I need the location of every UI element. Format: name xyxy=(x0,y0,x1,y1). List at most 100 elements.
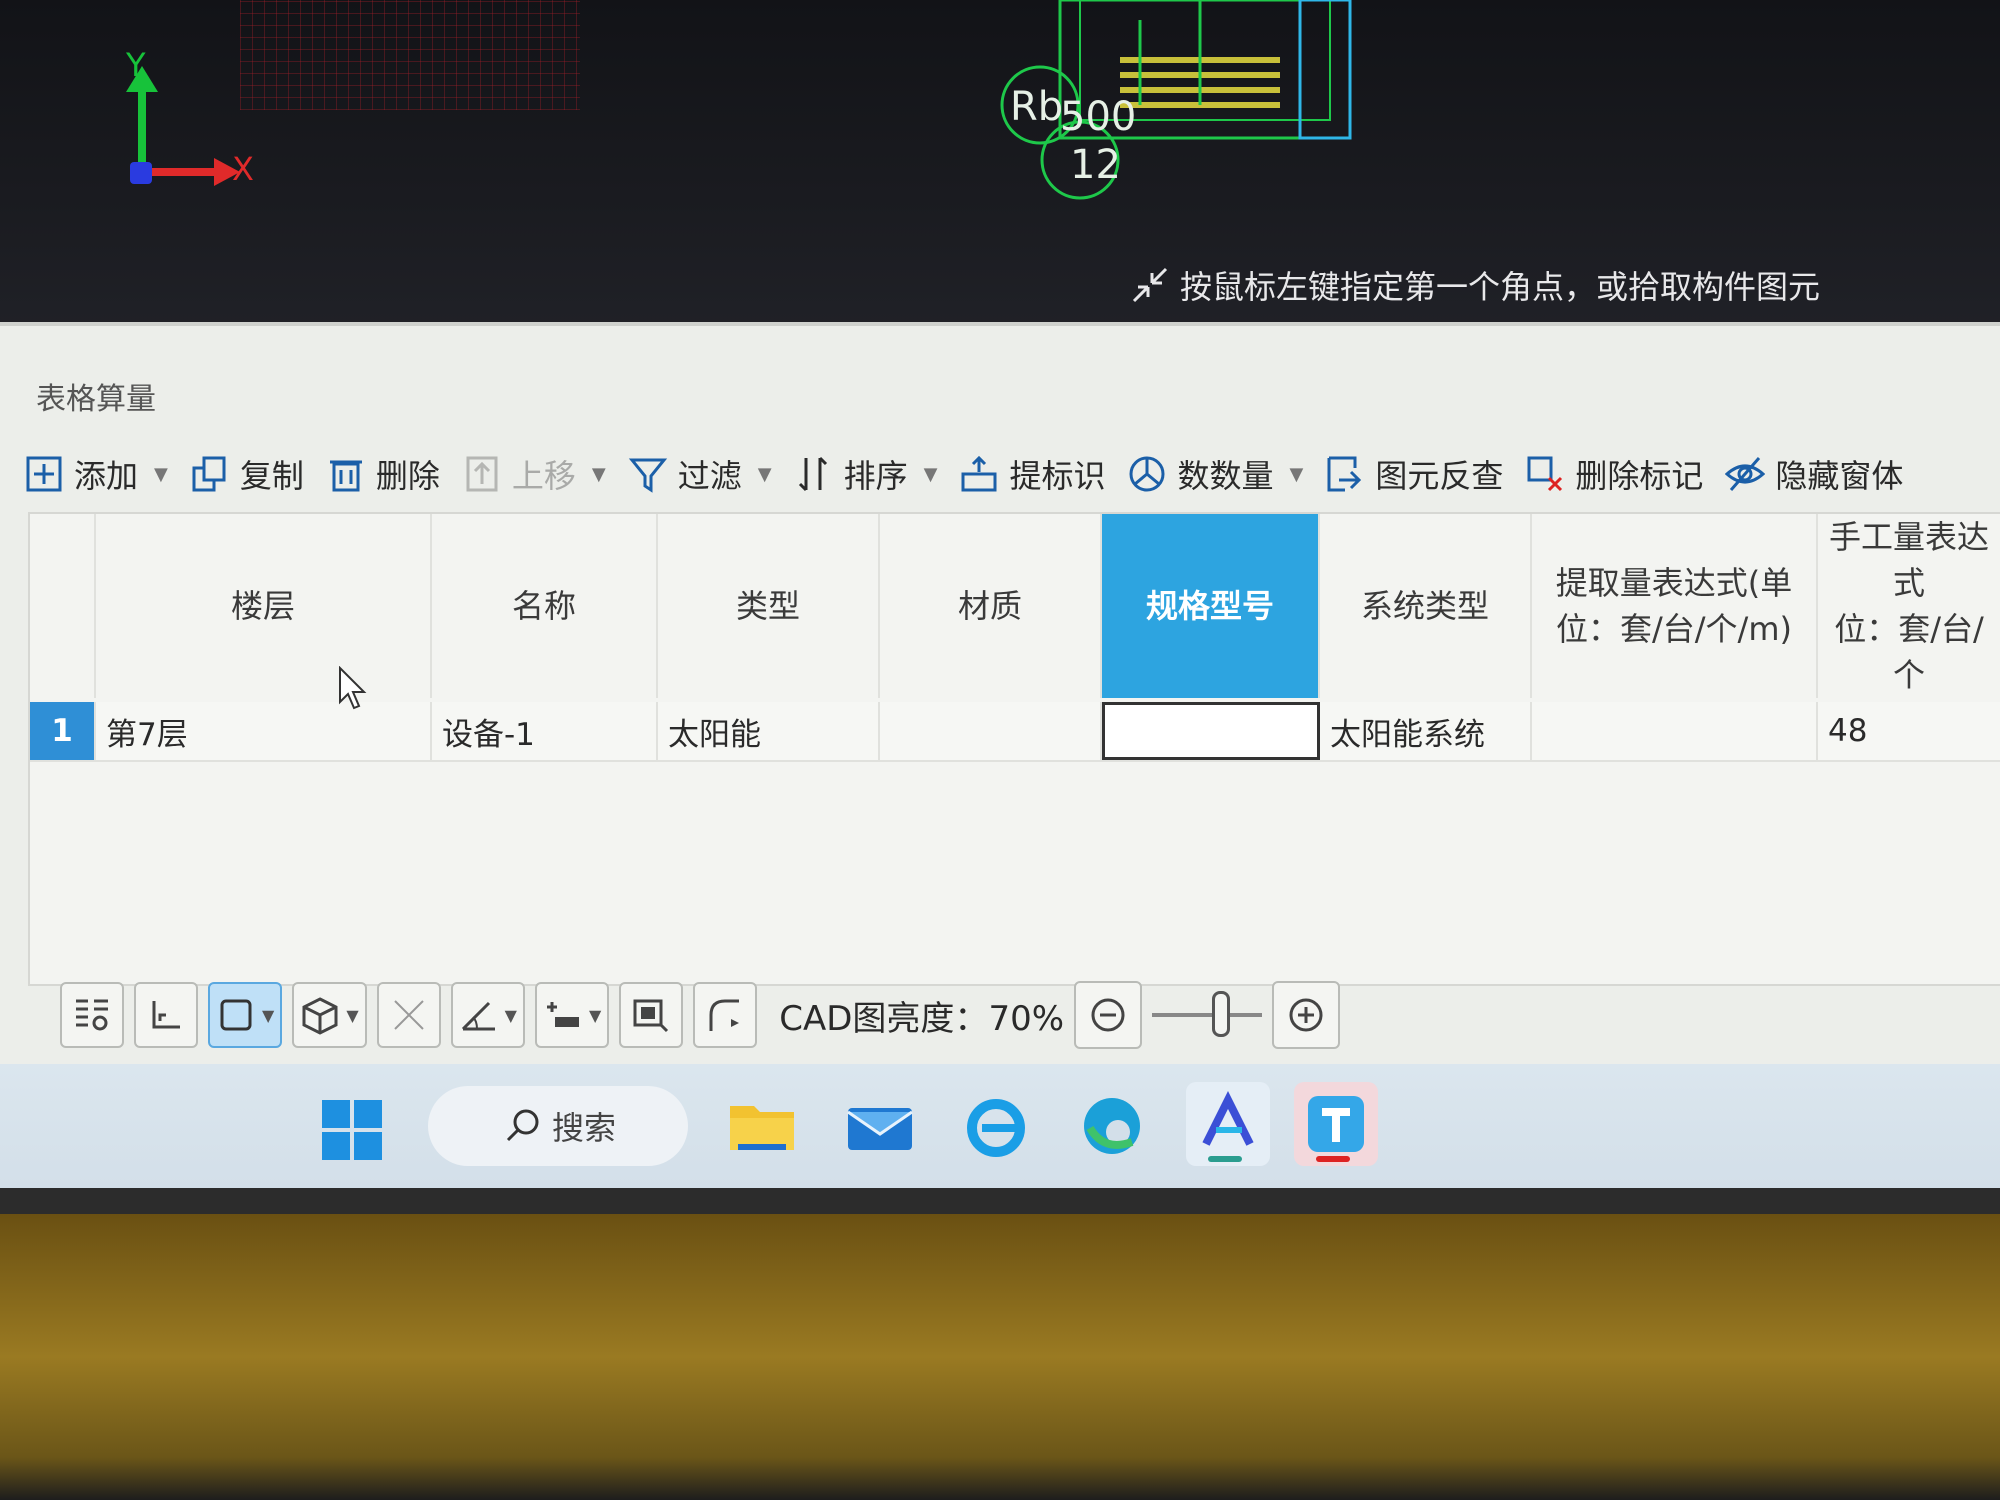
count-button[interactable]: 数数量 ▼ xyxy=(1127,451,1303,497)
cell-spec-model[interactable] xyxy=(1102,702,1320,760)
zoom-out-button[interactable] xyxy=(1074,981,1143,1049)
cad-canvas[interactable]: Y X Rb 500 12 按鼠标左键指定第一个角点，或拾取构件图元 xyxy=(0,0,2000,330)
brightness-slider-thumb[interactable] xyxy=(1212,991,1231,1037)
layer-list-icon xyxy=(76,999,108,1031)
add-label: 添加 xyxy=(74,457,139,495)
header-name[interactable]: 名称 xyxy=(432,514,658,698)
row-number[interactable]: 1 xyxy=(30,702,96,760)
search-icon xyxy=(506,1109,539,1142)
delete-mark-button[interactable]: 删除标记 xyxy=(1525,451,1703,497)
header-floor[interactable]: 楼层 xyxy=(96,514,432,698)
move-up-label: 上移 xyxy=(511,457,576,495)
sort-button[interactable]: 排序 ▼ xyxy=(794,451,938,497)
cube-icon xyxy=(302,997,338,1035)
cad-prompt: 按鼠标左键指定第一个角点，或拾取构件图元 xyxy=(1130,262,1820,308)
cad-drawing[interactable]: Rb 500 12 xyxy=(1000,0,1360,200)
hide-window-button[interactable]: 隐藏窗体 xyxy=(1725,451,1903,497)
chevron-down-icon[interactable]: ▼ xyxy=(589,1006,601,1025)
arc-button[interactable] xyxy=(693,982,758,1048)
zoom-in-button[interactable] xyxy=(1272,981,1341,1049)
mark-icon xyxy=(961,455,997,492)
header-manual-expression[interactable]: 手工量表达式 位：套/台/个 xyxy=(1818,514,2000,698)
copy-button[interactable]: 复制 xyxy=(190,451,304,497)
panel-toolbar: 添加 ▼ 复制 删除 上移 ▼ 过滤 ▼ 排序 ▼ 提标识 数数量 ▼ 图元反查… xyxy=(24,438,2000,510)
cell-system-type[interactable]: 太阳能系统 xyxy=(1320,702,1532,760)
header-spec-model[interactable]: 规格型号 xyxy=(1102,514,1320,698)
cell-manual-expression[interactable]: 48 xyxy=(1818,702,2000,760)
cad-label-12: 12 xyxy=(1070,142,1121,188)
angle-button[interactable]: ▼ xyxy=(450,982,525,1048)
cross-button[interactable] xyxy=(376,982,441,1048)
header-system-type[interactable]: 系统类型 xyxy=(1320,514,1532,698)
cad-grid-lines xyxy=(240,0,580,110)
filter-label: 过滤 xyxy=(677,457,742,495)
delete-button[interactable]: 删除 xyxy=(326,451,440,497)
windows-start-icon[interactable] xyxy=(320,1098,384,1162)
header-extract-expression[interactable]: 提取量表达式(单 位：套/台/个/m) xyxy=(1532,514,1818,698)
plus-circle-icon xyxy=(1289,998,1323,1032)
grid-header: 楼层 名称 类型 材质 规格型号 系统类型 提取量表达式(单 位：套/台/个/m… xyxy=(30,514,2000,698)
delete-mark-icon xyxy=(1527,456,1563,492)
monitor-bezel xyxy=(0,1188,2000,1214)
mark-label: 提标识 xyxy=(1009,457,1106,495)
ie-icon[interactable] xyxy=(958,1088,1034,1164)
chevron-down-icon[interactable]: ▼ xyxy=(924,464,938,485)
chevron-down-icon[interactable]: ▼ xyxy=(346,1006,358,1025)
layer-list-button[interactable] xyxy=(60,982,124,1048)
filter-button[interactable]: 过滤 ▼ xyxy=(628,451,772,497)
edge-icon[interactable] xyxy=(1074,1088,1150,1164)
eye-hidden-icon xyxy=(1725,457,1766,491)
cross-icon xyxy=(393,1000,424,1030)
sort-label: 排序 xyxy=(843,457,908,495)
move-up-button[interactable]: 上移 ▼ xyxy=(462,451,606,497)
angle-icon xyxy=(461,1001,495,1031)
cell-material[interactable] xyxy=(880,702,1102,760)
chevron-down-icon[interactable]: ▼ xyxy=(1290,464,1304,485)
screenshot-button[interactable] xyxy=(619,982,684,1048)
arc-icon xyxy=(709,999,740,1031)
minus-circle-icon xyxy=(1091,998,1125,1032)
shrink-arrows-icon xyxy=(1132,267,1168,303)
mail-icon[interactable] xyxy=(842,1088,918,1164)
chevron-down-icon[interactable]: ▼ xyxy=(505,1006,517,1025)
ortho-button[interactable] xyxy=(134,982,198,1048)
cad-view-toolbar: ▼ ▼ ▼ ▼ CAD图亮度：70% xyxy=(60,978,1341,1052)
screenshot-icon xyxy=(633,999,669,1033)
cell-extract-expression[interactable] xyxy=(1532,702,1818,760)
3d-view-button[interactable]: ▼ xyxy=(292,982,367,1048)
brightness-slider[interactable] xyxy=(1152,991,1263,1037)
autodesk-icon xyxy=(1202,1091,1254,1146)
header-rownum xyxy=(30,514,96,698)
cell-floor[interactable]: 第7层 xyxy=(96,702,432,760)
search-label: 搜索 xyxy=(552,1109,617,1147)
chevron-down-icon[interactable]: ▼ xyxy=(262,1006,274,1025)
select-box-icon xyxy=(220,999,252,1031)
offset-icon xyxy=(546,1002,579,1027)
table-row[interactable]: 1 第7层 设备-1 太阳能 太阳能系统 48 xyxy=(30,702,2000,762)
select-box-button[interactable]: ▼ xyxy=(208,982,283,1048)
cad-label-rb: Rb xyxy=(1010,84,1063,130)
delete-icon xyxy=(329,460,362,492)
taskbar-search[interactable]: 搜索 xyxy=(428,1086,688,1166)
cell-type[interactable]: 太阳能 xyxy=(658,702,880,760)
count-icon xyxy=(1129,456,1165,492)
reverse-check-button[interactable]: 图元反查 xyxy=(1325,451,1503,497)
mark-button[interactable]: 提标识 xyxy=(959,451,1105,497)
y-axis-label: Y xyxy=(126,46,146,84)
table-calc-panel: 表格算量 添加 ▼ 复制 删除 上移 ▼ 过滤 ▼ 排序 ▼ 提标识 数数量 ▼… xyxy=(0,322,2000,1068)
header-type[interactable]: 类型 xyxy=(658,514,880,698)
autodesk-app[interactable] xyxy=(1186,1082,1270,1166)
filter-icon xyxy=(628,458,667,493)
file-explorer-icon[interactable] xyxy=(724,1088,800,1164)
offset-button[interactable]: ▼ xyxy=(534,982,610,1048)
chevron-down-icon[interactable]: ▼ xyxy=(592,464,606,485)
chevron-down-icon[interactable]: ▼ xyxy=(154,464,168,485)
chevron-down-icon[interactable]: ▼ xyxy=(758,464,772,485)
reverse-check-label: 图元反查 xyxy=(1375,457,1504,495)
tencent-app[interactable] xyxy=(1294,1082,1378,1166)
cell-name[interactable]: 设备-1 xyxy=(432,702,658,760)
delete-mark-label: 删除标记 xyxy=(1575,457,1704,495)
header-material[interactable]: 材质 xyxy=(880,514,1102,698)
add-button[interactable]: 添加 ▼ xyxy=(24,451,168,497)
y-axis-line xyxy=(138,80,146,170)
